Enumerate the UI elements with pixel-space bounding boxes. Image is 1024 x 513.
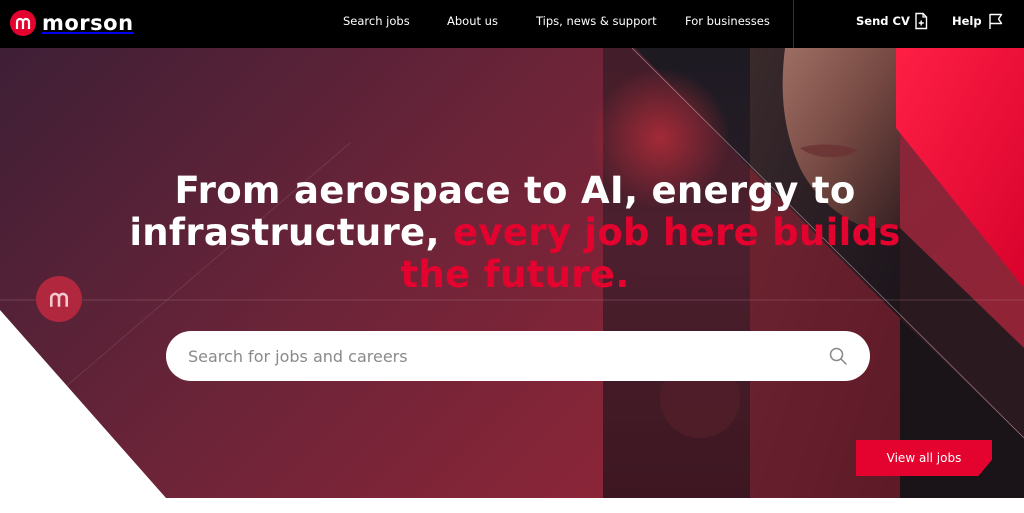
nav-search-jobs[interactable]: Search jobs <box>343 0 410 48</box>
search-icon[interactable] <box>828 346 848 366</box>
headline-accent-text: every job here builds the future. <box>400 211 901 296</box>
morson-circle-badge <box>36 276 82 322</box>
logo-m-glyph <box>50 292 68 307</box>
nav-about-us[interactable]: About us <box>447 0 498 48</box>
brand-name: morson <box>42 11 134 35</box>
send-cv-link[interactable]: Send CV <box>856 0 910 48</box>
top-navigation: morson Search jobs About us Tips, news &… <box>0 0 1024 48</box>
help-link[interactable]: Help <box>952 0 982 48</box>
morson-logo[interactable]: morson <box>10 9 134 37</box>
job-search-input[interactable] <box>188 346 828 366</box>
nav-tips-news-support[interactable]: Tips, news & support <box>536 0 657 48</box>
logo-m-glyph <box>15 17 31 29</box>
document-plus-icon[interactable] <box>912 12 930 30</box>
morson-logo-mark <box>10 10 36 36</box>
page-below-hero <box>0 498 1024 513</box>
flag-icon[interactable] <box>987 12 1005 30</box>
nav-divider <box>793 0 794 48</box>
nav-for-businesses[interactable]: For businesses <box>685 0 770 48</box>
view-all-jobs-button[interactable]: View all jobs <box>856 440 992 476</box>
hero-headline: From aerospace to AI, energy to infrastr… <box>120 170 910 296</box>
job-search-bar <box>166 331 870 381</box>
